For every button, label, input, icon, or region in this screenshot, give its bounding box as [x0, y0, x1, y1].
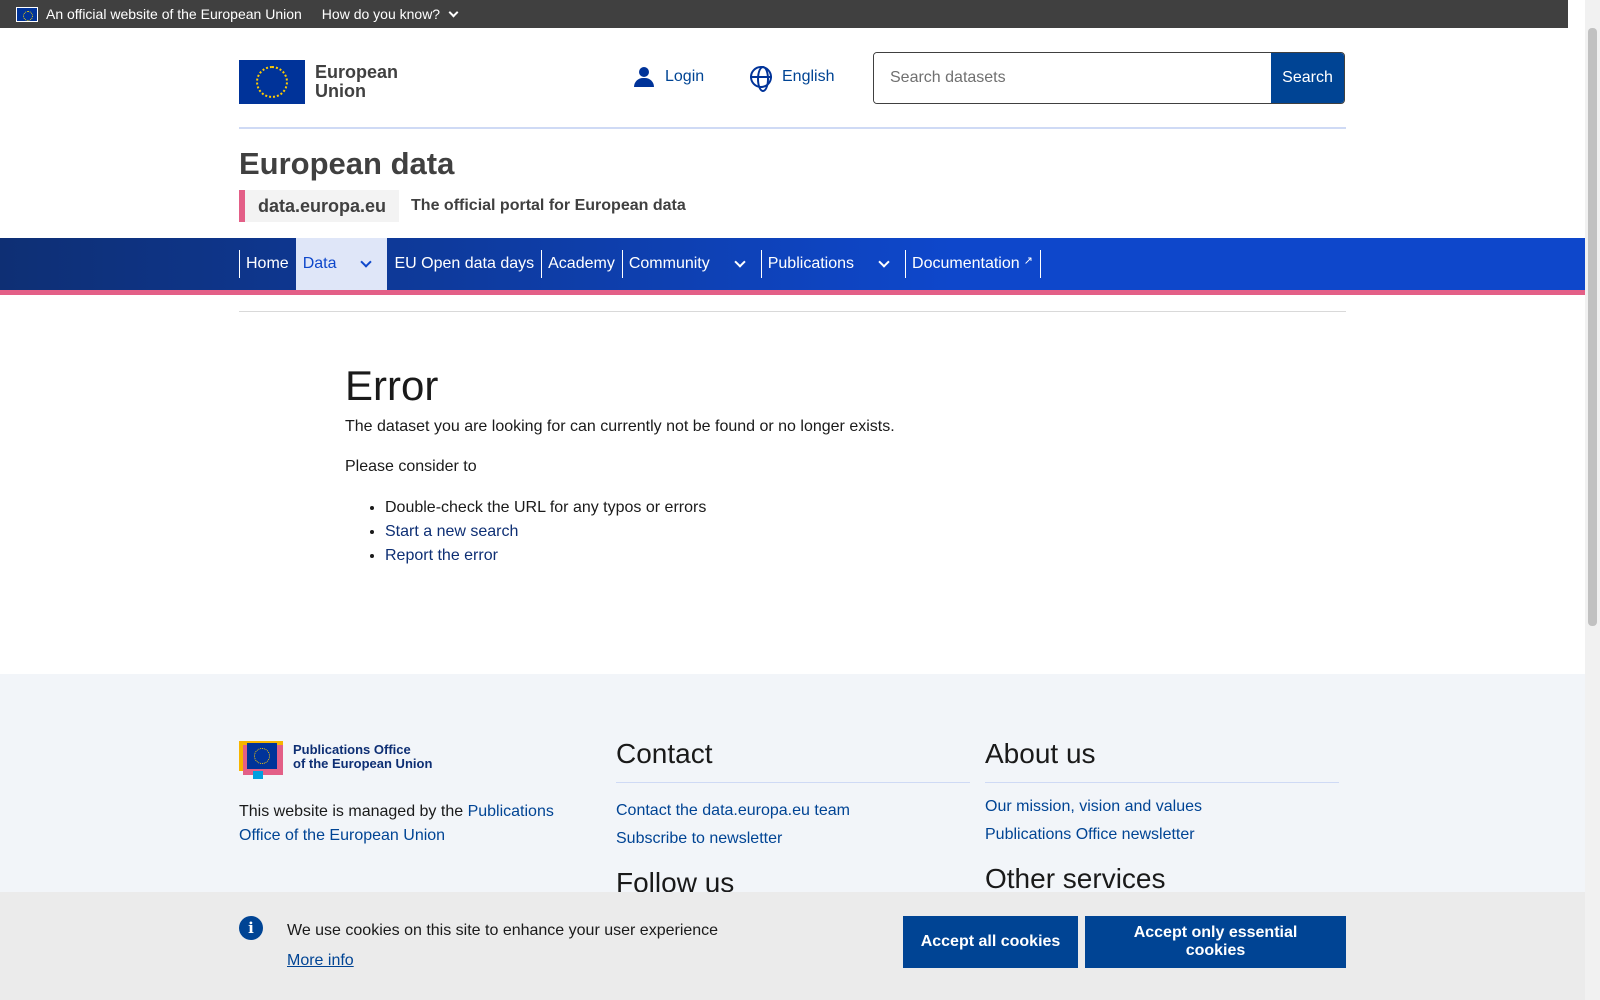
managed-prefix: This website is managed by the [239, 803, 468, 820]
nav-item-eu-open-data-days[interactable]: EU Open data days [387, 238, 541, 290]
scrollbar-thumb[interactable] [1588, 28, 1597, 626]
nav-label: Academy [548, 255, 615, 272]
start-new-search-link[interactable]: Start a new search [385, 523, 518, 540]
nav-accent-stripe [0, 290, 1585, 295]
cookie-message: We use cookies on this site to enhance y… [287, 922, 719, 939]
login-link[interactable]: Login [633, 66, 704, 88]
nav-end-separator [1039, 250, 1041, 278]
nav-label: Community [628, 255, 710, 272]
po-newsletter-link[interactable]: Publications Office newsletter [985, 821, 1339, 849]
report-error-link[interactable]: Report the error [385, 547, 498, 564]
list-item: Start a new search [385, 520, 1145, 544]
error-message: The dataset you are looking for can curr… [345, 418, 895, 435]
cookie-banner: i We use cookies on this site to enhance… [0, 892, 1585, 1000]
list-item: Double-check the URL for any typos or er… [385, 496, 1145, 520]
nav-label: Publications [767, 255, 855, 272]
page-title: Error [345, 362, 439, 409]
nav-item-academy[interactable]: Academy [541, 238, 622, 290]
info-icon: i [239, 916, 263, 940]
login-label: Login [665, 68, 705, 85]
publications-office-logo-icon [239, 741, 283, 779]
eu-logo-text: European Union [315, 63, 398, 101]
contact-heading: Contact [616, 738, 970, 783]
mission-link[interactable]: Our mission, vision and values [985, 793, 1339, 821]
error-content: Error The dataset you are looking for ca… [345, 360, 1145, 568]
nav-item-home[interactable]: Home [239, 238, 296, 290]
nav-label: EU Open data days [394, 255, 535, 272]
how-do-you-know-toggle[interactable]: How do you know? [321, 6, 459, 22]
accept-all-cookies-button[interactable]: Accept all cookies [903, 916, 1078, 968]
nav-label: Documentation [912, 255, 1020, 272]
suggestion-list: Double-check the URL for any typos or er… [345, 496, 1145, 568]
nav-label: Data [302, 255, 337, 272]
nav-item-publications[interactable]: Publications [760, 238, 905, 290]
eu-logo[interactable]: European Union [239, 60, 398, 104]
site-tagline: data.europa.eu The official portal for E… [239, 190, 686, 222]
chevron-down-icon [448, 7, 459, 17]
po-logo-text: Publications Office of the European Unio… [293, 743, 432, 771]
accept-essential-cookies-button[interactable]: Accept only essential cookies [1085, 916, 1346, 968]
official-website-text: An official website of the European Unio… [46, 6, 302, 22]
site-description: The official portal for European data [411, 197, 686, 214]
content-divider [239, 311, 1346, 312]
footer-contact-column: Contact Contact the data.europa.eu team … [616, 738, 970, 911]
publications-office-logo[interactable]: Publications Office of the European Unio… [239, 741, 432, 779]
language-label: English [782, 68, 835, 85]
nav-label: Home [246, 255, 289, 272]
nav-item-documentation[interactable]: Documentation ↗ [905, 238, 1040, 290]
list-item: Report the error [385, 544, 1145, 568]
external-link-icon: ↗ [1023, 254, 1033, 267]
how-do-you-know-label: How do you know? [321, 6, 441, 22]
chevron-down-icon[interactable] [734, 255, 746, 268]
page-scrollbar[interactable] [1585, 0, 1600, 1000]
po-logo-line-2: of the European Union [293, 756, 433, 771]
header-divider [239, 127, 1346, 129]
contact-team-link[interactable]: Contact the data.europa.eu team [616, 797, 970, 825]
po-logo-line-1: Publications Office [293, 742, 411, 757]
search-input[interactable] [874, 53, 1271, 103]
logo-line-2: Union [315, 81, 366, 101]
user-icon [633, 66, 655, 88]
search-button[interactable]: Search [1271, 53, 1344, 103]
eu-flag-logo-icon [239, 60, 305, 104]
about-heading: About us [985, 738, 1339, 783]
site-header: European Union Login English Search [239, 52, 1346, 128]
site-domain: data.europa.eu [245, 190, 400, 222]
managed-by-text: This website is managed by the Publicati… [239, 800, 569, 848]
nav-item-data[interactable]: Data [295, 238, 388, 290]
nav-item-community[interactable]: Community [621, 238, 761, 290]
language-selector[interactable]: English [750, 66, 835, 92]
subscribe-newsletter-link[interactable]: Subscribe to newsletter [616, 825, 970, 853]
search-form: Search [873, 52, 1345, 104]
official-eu-banner: An official website of the European Unio… [0, 0, 1568, 28]
globe-icon [750, 66, 772, 92]
footer-about-column: About us Our mission, vision and values … [985, 738, 1339, 907]
logo-line-1: European [315, 62, 399, 82]
chevron-down-icon[interactable] [878, 255, 890, 268]
site-title: European data [239, 146, 455, 181]
cookie-more-info-link[interactable]: More info [287, 952, 354, 970]
eu-flag-icon [16, 6, 38, 22]
main-navigation: Home Data EU Open data days Academy Comm… [0, 238, 1585, 290]
consider-text: Please consider to [345, 458, 477, 475]
chevron-down-icon[interactable] [360, 255, 373, 268]
